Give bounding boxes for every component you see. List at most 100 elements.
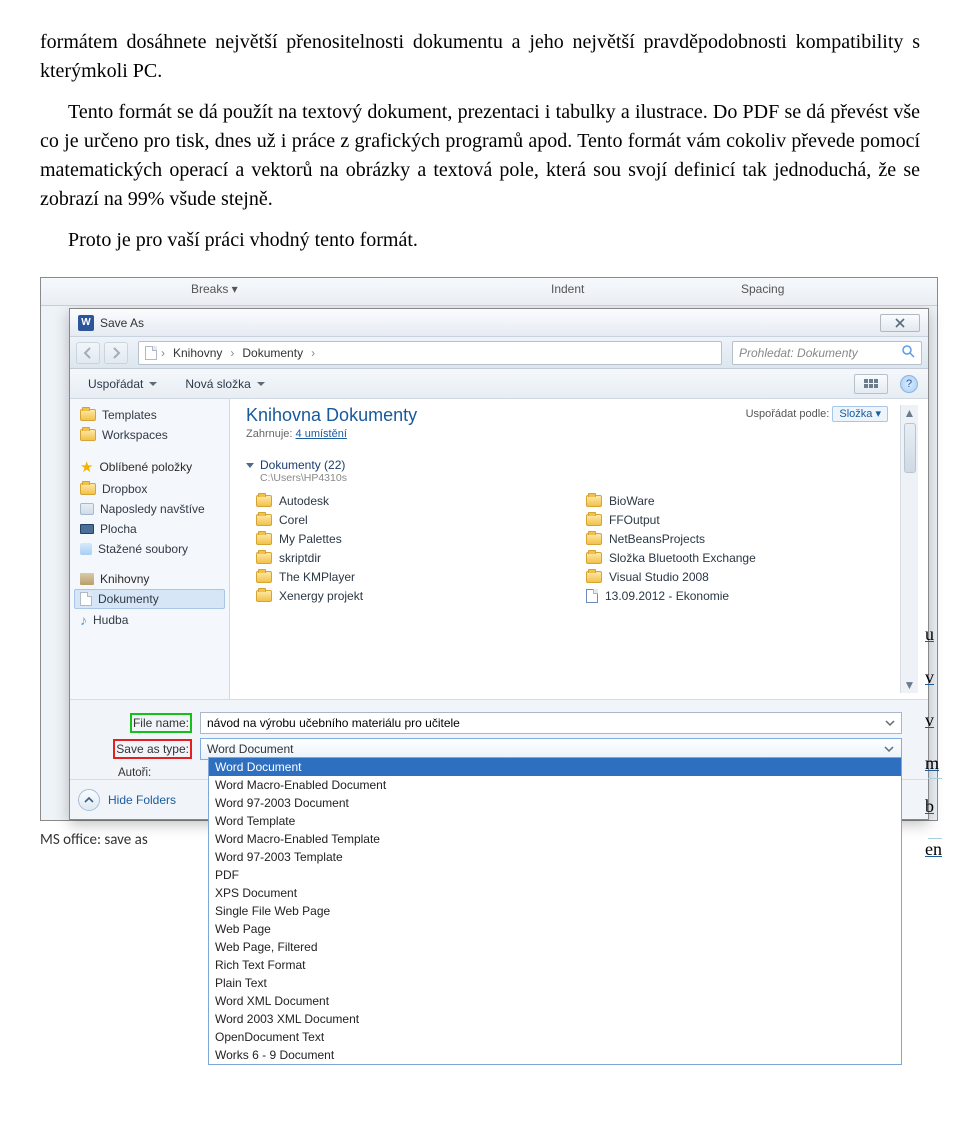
folder-icon (80, 409, 96, 421)
folder-icon (256, 571, 272, 583)
nav-music[interactable]: ♪Hudba (74, 609, 225, 631)
view-button[interactable] (854, 374, 888, 394)
folder-icon (80, 483, 96, 495)
hide-folders-link[interactable]: Hide Folders (108, 793, 176, 807)
dialog-toolbar: Uspořádat Nová složka ? (70, 369, 928, 399)
nav-downloads[interactable]: Stažené soubory (74, 539, 225, 559)
bc-seg-2[interactable]: Dokumenty (236, 346, 309, 360)
folder-icon (586, 533, 602, 545)
folder-icon (586, 552, 602, 564)
nav-recent[interactable]: Naposledy navštíve (74, 499, 225, 519)
dropdown-item[interactable]: Word XML Document (209, 992, 901, 1010)
dropdown-item[interactable]: Plain Text (209, 974, 901, 992)
filename-row: File name: (74, 712, 928, 734)
folder-icon (256, 533, 272, 545)
dialog-nav-bar: › Knihovny › Dokumenty › Prohledat: Doku… (70, 337, 928, 369)
monitor-icon (80, 524, 94, 534)
word-icon: W (78, 315, 94, 331)
saveas-screenshot: Breaks ▾ Indent Spacing W Save As (40, 277, 938, 821)
nav-favorites[interactable]: ★Oblíbené položky (74, 455, 225, 479)
dropdown-item[interactable]: Web Page, Filtered (209, 938, 901, 956)
breadcrumb[interactable]: › Knihovny › Dokumenty › (138, 341, 722, 365)
dropdown-item[interactable]: Word 97-2003 Template (209, 848, 901, 866)
folder-icon (256, 495, 272, 507)
library-locations-link[interactable]: 4 umístění (296, 428, 347, 440)
folder-label: FFOutput (609, 513, 660, 527)
filename-input[interactable] (200, 712, 902, 734)
folder-item[interactable]: Autodesk (256, 494, 570, 508)
dropdown-item[interactable]: Single File Web Page (209, 902, 901, 920)
triangle-down-icon (246, 463, 254, 468)
organize-button[interactable]: Uspořádat (80, 374, 165, 394)
dropdown-item[interactable]: Rich Text Format (209, 956, 901, 974)
search-icon (901, 344, 915, 361)
nav-dropbox[interactable]: Dropbox (74, 479, 225, 499)
folder-item[interactable]: 13.09.2012 - Ekonomie (586, 589, 900, 603)
folder-grid: Autodesk BioWare Corel FFOutput My Palettes N… (256, 494, 900, 603)
folder-label: Složka Bluetooth Exchange (609, 551, 756, 565)
dropdown-item[interactable]: Word Template (209, 812, 901, 830)
bc-seg-1[interactable]: Knihovny (167, 346, 228, 360)
main-pane: Knihovna Dokumenty Zahrnuje: 4 umístění … (230, 399, 928, 699)
folder-label: 13.09.2012 - Ekonomie (605, 589, 729, 603)
dropdown-item[interactable]: XPS Document (209, 884, 901, 902)
folder-label: Visual Studio 2008 (609, 570, 709, 584)
folder-item[interactable]: FFOutput (586, 513, 900, 527)
dropdown-item[interactable]: Word Macro-Enabled Template (209, 830, 901, 848)
folder-item[interactable]: Xenergy projekt (256, 589, 570, 603)
nav-fwd-button[interactable] (104, 342, 128, 364)
folder-item[interactable]: skriptdir (256, 551, 570, 565)
folder-item[interactable]: NetBeansProjects (586, 532, 900, 546)
scroll-thumb[interactable] (904, 423, 916, 473)
folder-item[interactable]: BioWare (586, 494, 900, 508)
folder-label: Autodesk (279, 494, 329, 508)
nav-templates[interactable]: Templates (74, 405, 225, 425)
form-area: File name: Save as type: Word Document (70, 699, 928, 779)
folder-item[interactable]: My Palettes (256, 532, 570, 546)
nav-libraries[interactable]: Knihovny (74, 569, 225, 589)
help-button[interactable]: ? (900, 375, 918, 393)
hide-folders-button[interactable] (78, 789, 100, 811)
nav-desktop[interactable]: Plocha (74, 519, 225, 539)
dropdown-item[interactable]: Word 97-2003 Document (209, 794, 901, 812)
nav-documents[interactable]: Dokumenty (74, 589, 225, 609)
close-button[interactable] (880, 314, 920, 332)
dropdown-item[interactable]: Word 2003 XML Document (209, 1010, 901, 1028)
chevron-right-icon: › (230, 346, 234, 360)
folder-item[interactable]: Složka Bluetooth Exchange (586, 551, 900, 565)
scroll-up-icon[interactable]: ▲ (901, 405, 918, 421)
folder-section-header[interactable]: Dokumenty (22) (246, 458, 900, 472)
sort-dropdown[interactable]: Složka ▾ (832, 406, 888, 422)
ribbon-breaks: Breaks ▾ (191, 282, 238, 296)
folder-icon (586, 495, 602, 507)
dropdown-item[interactable]: Works 6 - 9 Document (209, 1046, 901, 1064)
savetype-dropdown[interactable]: Word DocumentWord Macro-Enabled Document… (208, 757, 902, 1065)
dropdown-item[interactable]: Word Macro-Enabled Document (209, 776, 901, 794)
folder-icon (256, 590, 272, 602)
document-prose: formátem dosáhnete největší přenositelno… (0, 0, 960, 277)
scrollbar-vertical[interactable]: ▲ ▼ (900, 405, 918, 693)
authors-label: Autoři: (118, 767, 151, 779)
folder-label: Xenergy projekt (279, 589, 363, 603)
newfolder-button[interactable]: Nová složka (177, 374, 272, 394)
dropdown-item[interactable]: Web Page (209, 920, 901, 938)
dropdown-item[interactable]: OpenDocument Text (209, 1028, 901, 1046)
folder-label: The KMPlayer (279, 570, 355, 584)
nav-back-button[interactable] (76, 342, 100, 364)
folder-label: My Palettes (279, 532, 342, 546)
download-icon (80, 543, 92, 555)
dropdown-item[interactable]: Word Document (209, 758, 901, 776)
folder-item[interactable]: The KMPlayer (256, 570, 570, 584)
ribbon-fragment: Breaks ▾ Indent Spacing (41, 278, 937, 306)
search-input[interactable]: Prohledat: Dokumenty (732, 341, 922, 365)
nav-workspaces[interactable]: Workspaces (74, 425, 225, 445)
scroll-down-icon[interactable]: ▼ (901, 677, 918, 693)
nav-pane: Templates Workspaces ★Oblíbené položky D… (70, 399, 230, 699)
chevron-up-icon (84, 795, 94, 805)
dropdown-item[interactable]: PDF (209, 866, 901, 884)
folder-item[interactable]: Visual Studio 2008 (586, 570, 900, 584)
chevron-down-icon[interactable] (882, 715, 898, 731)
folder-label: Corel (279, 513, 308, 527)
para-2: Tento formát se dá použít na textový dok… (40, 98, 920, 214)
folder-item[interactable]: Corel (256, 513, 570, 527)
